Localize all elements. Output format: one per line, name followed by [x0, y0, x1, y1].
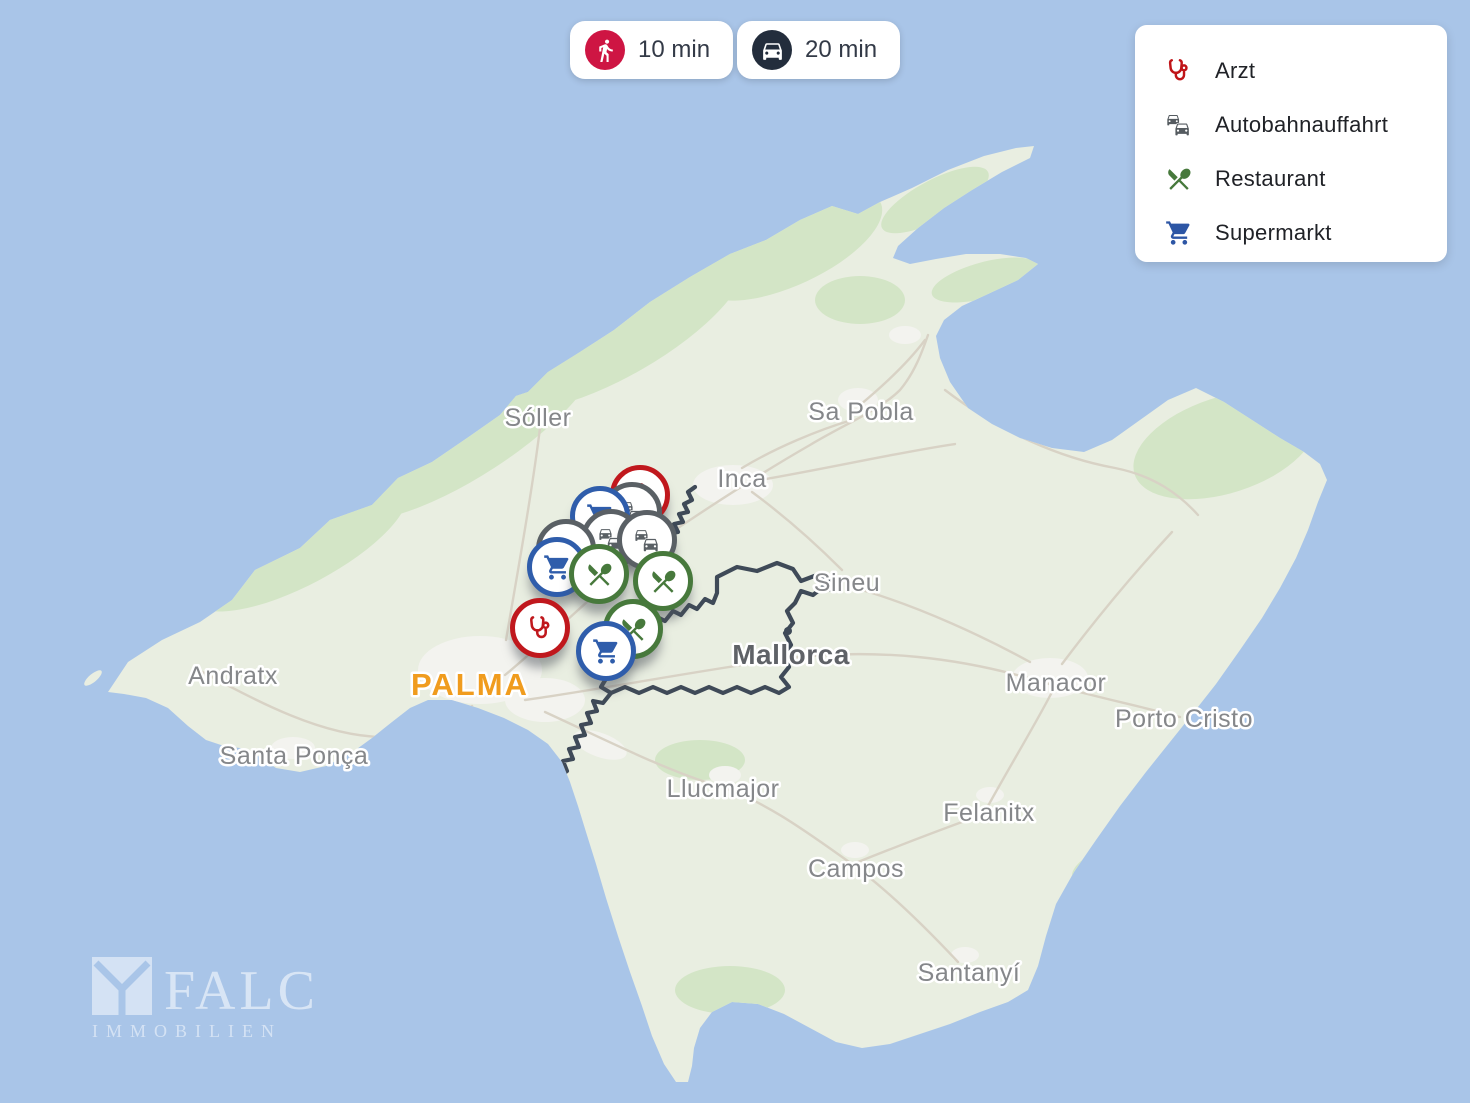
restaurant-icon — [1165, 165, 1193, 193]
marker-doctor[interactable] — [510, 598, 570, 658]
map-label-santanyi: Santanyí — [918, 959, 1021, 987]
map-label-felanitx: Felanitx — [943, 799, 1035, 827]
brand-name: FALC — [164, 960, 319, 1022]
map-label-porto-cristo: Porto Cristo — [1115, 705, 1253, 733]
travel-time-walking[interactable]: 10 min — [570, 21, 733, 79]
map-label-campos: Campos — [808, 855, 904, 883]
stethoscope-icon — [526, 614, 555, 643]
legend-label: Autobahnauffahrt — [1215, 112, 1388, 138]
falc-logo-mark — [92, 957, 152, 1015]
legend-item-supermarkt[interactable]: Supermarkt — [1165, 206, 1447, 260]
map-label-sineu: Sineu — [814, 569, 880, 597]
restaurant-icon — [649, 567, 678, 596]
walk-icon — [585, 30, 625, 70]
map-label-mallorca: Mallorca — [732, 639, 850, 670]
cart-icon — [543, 553, 572, 582]
brand-watermark: FALC IMMOBILIEN — [92, 945, 332, 1050]
restaurant-icon — [585, 560, 614, 589]
walk-time-value: 10 min — [638, 36, 710, 64]
legend-item-restaurant[interactable]: Restaurant — [1165, 152, 1447, 206]
stethoscope-icon — [1165, 57, 1193, 85]
brand-subtitle: IMMOBILIEN — [92, 1021, 282, 1041]
legend-label: Supermarkt — [1215, 220, 1332, 246]
marker-supermarket[interactable] — [576, 621, 636, 681]
marker-restaurant[interactable] — [569, 544, 629, 604]
map-label-soller: Sóller — [505, 404, 572, 432]
car-icon — [752, 30, 792, 70]
cart-icon — [1165, 219, 1193, 247]
drive-time-value: 20 min — [805, 36, 877, 64]
highway-cars-icon — [1165, 111, 1193, 139]
legend-label: Restaurant — [1215, 166, 1326, 192]
map-label-sa-pobla: Sa Pobla — [808, 398, 913, 426]
legend-card: Arzt Autobahnauffahrt Restaurant Superma… — [1135, 25, 1447, 262]
map-label-santa-ponca: Santa Ponça — [220, 742, 369, 770]
map-label-manacor: Manacor — [1006, 669, 1107, 697]
legend-item-arzt[interactable]: Arzt — [1165, 44, 1447, 98]
legend-item-autobahnauffahrt[interactable]: Autobahnauffahrt — [1165, 98, 1447, 152]
cart-icon — [592, 637, 621, 666]
highway-icon — [633, 526, 662, 555]
travel-time-driving[interactable]: 20 min — [737, 21, 900, 79]
map-label-inca: Inca — [717, 465, 766, 493]
map-label-andratx: Andratx — [188, 662, 278, 690]
map-label-llucmajor: Llucmajor — [667, 775, 780, 803]
legend-label: Arzt — [1215, 58, 1255, 84]
map-view[interactable]: Sóller Sa Pobla Inca Sineu Mallorca Mana… — [0, 0, 1470, 1103]
map-label-palma: PALMA — [411, 667, 529, 702]
